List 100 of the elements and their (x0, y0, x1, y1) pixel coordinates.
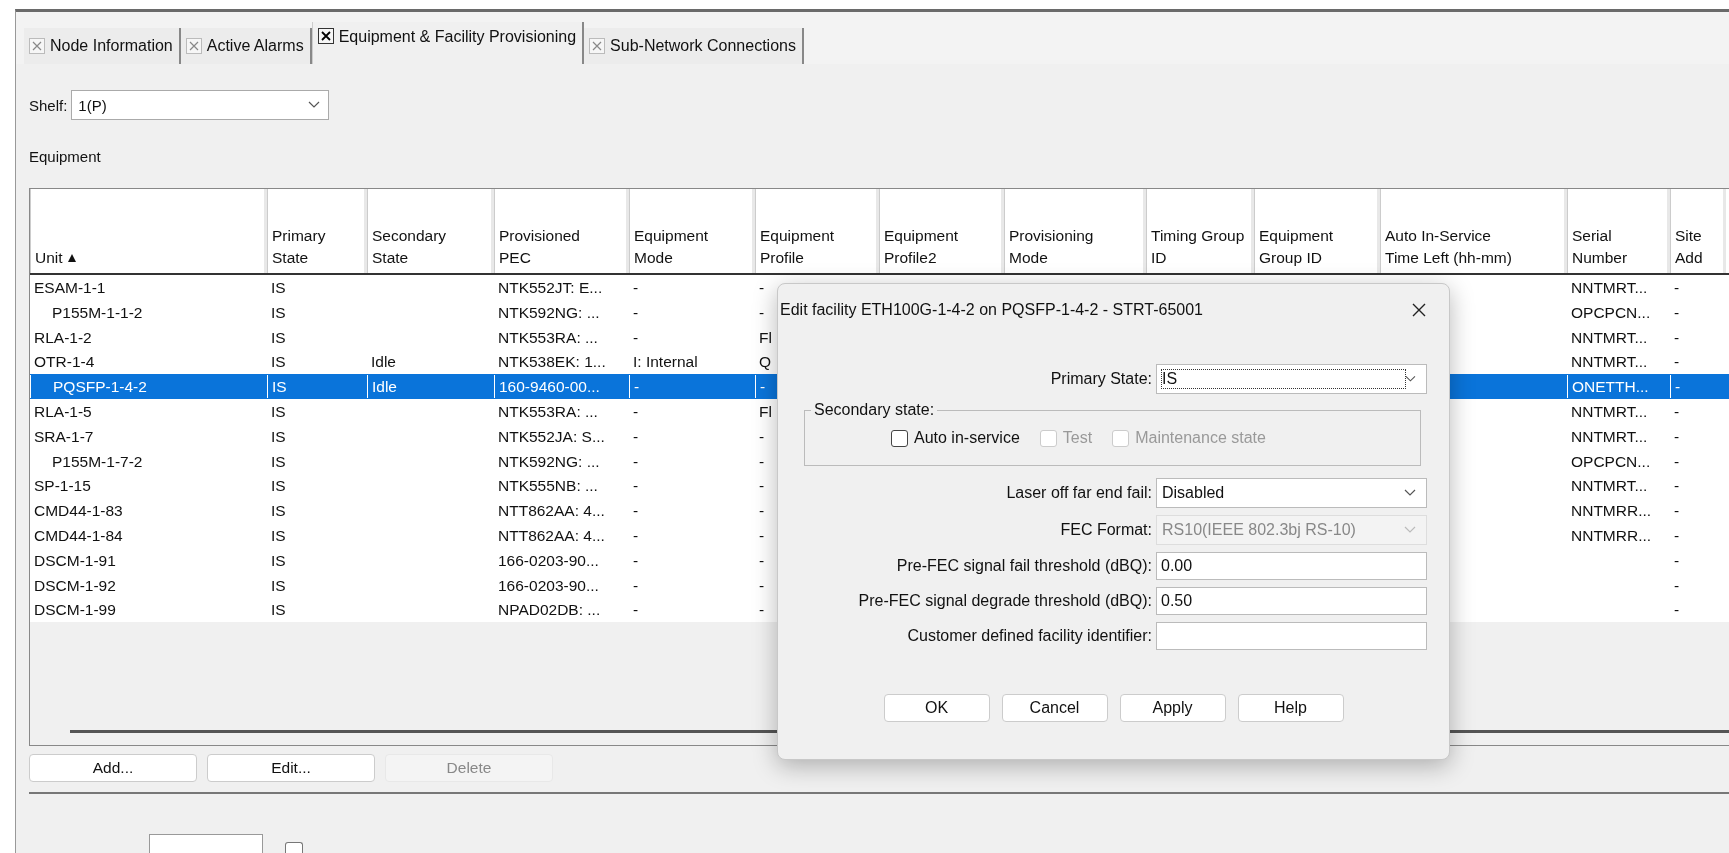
table-cell-text: NNTMRR... (1570, 525, 1652, 546)
table-cell: Idle (367, 375, 397, 399)
table-cell-text: IS (270, 575, 286, 596)
table-cell-text: NTK552JT: E... (497, 278, 603, 298)
table-cell-text: IS (270, 600, 286, 621)
table-cell-text: DSCM-1-91 (33, 550, 116, 571)
table-cell-text: CMD44-1-83 (33, 501, 123, 522)
table-cell-text: NNTMRT... (1570, 426, 1648, 447)
table-cell-text: - (1673, 575, 1680, 596)
table-cell-text: Q (758, 352, 772, 373)
table-cell-text: NTK555NB: ... (497, 476, 598, 497)
table-cell-text: P155M-1-7-2 (51, 451, 143, 472)
table-cell-text: NTK553RA: ... (497, 327, 598, 348)
table-cell: - (629, 375, 640, 399)
table-cell-text: ESAM-1-1 (33, 278, 106, 298)
table-cell-text: - (1673, 278, 1680, 298)
table-cell-text: SRA-1-7 (33, 426, 94, 447)
table-cell-text: - (632, 575, 639, 596)
field-label: Laser off far end fail: (1005, 484, 1152, 502)
table-cell-text: DSCM-1-92 (33, 575, 116, 596)
table-cell-text: IS (270, 402, 286, 422)
table-cell-text: - (632, 426, 639, 447)
dialog-title: Edit facility ETH100G-1-4-2 on PQSFP-1-4-2 - STRT-65001 (780, 301, 1203, 319)
table-cell-text: SP-1-15 (33, 476, 91, 497)
table-cell-text: NPAD02DB: ... (497, 600, 601, 621)
table-cell-text: NNTMRT... (1570, 352, 1648, 373)
table-cell-text: 166-0203-90... (497, 550, 599, 571)
table-cell-text: OPCPCN... (1570, 302, 1651, 323)
table-cell-text: - (632, 327, 639, 348)
table-cell-text: NTK592NG: ... (497, 451, 600, 472)
table-cell: 160-9460-00... (494, 375, 600, 399)
table-cell-text: Fl (758, 402, 772, 422)
table-cell-text: - (632, 600, 639, 621)
table-cell-text: - (632, 451, 639, 472)
table-cell-text: - (1673, 550, 1680, 571)
table-cell-text: - (1673, 426, 1680, 447)
field-label: Pre-FEC signal degrade threshold (dBQ): (857, 592, 1152, 610)
table-cell-text: - (758, 451, 765, 472)
table-cell-text: - (632, 402, 639, 422)
table-cell-text: - (1673, 501, 1680, 522)
table-cell-text: - (1673, 352, 1680, 373)
table-cell-text: OTR-1-4 (33, 352, 95, 373)
table-cell-text: IS (270, 278, 286, 298)
table-cell: - (1670, 375, 1681, 399)
table-cell-text: IS (270, 476, 286, 497)
table-cell-text: IS (270, 525, 286, 546)
table-cell-text: OPCPCN... (1570, 451, 1651, 472)
table-cell-text: - (758, 476, 765, 497)
table-cell-text: - (632, 550, 639, 571)
table-cell-text: - (632, 278, 639, 298)
table-cell-text: - (1673, 327, 1680, 348)
section-title: Equipment (29, 148, 102, 167)
table-cell: PQSFP-1-4-2 (30, 375, 147, 399)
table-cell: ONETTH... (1567, 375, 1649, 399)
table-cell-text: - (1673, 476, 1680, 497)
table-cell-text: IS (270, 501, 286, 522)
table-cell-text: - (632, 302, 639, 323)
table-cell-text: - (1673, 600, 1680, 621)
table-cell-text: NNTMRT... (1570, 402, 1648, 422)
table-cell-text: NNTMRR... (1570, 501, 1652, 522)
table-cell-text: - (632, 525, 639, 546)
field-label: FEC Format: (1059, 521, 1152, 539)
table-cell-text: - (1673, 402, 1680, 422)
table-cell-text: - (1673, 525, 1680, 546)
table-cell-text: P155M-1-1-2 (51, 302, 143, 323)
table-cell-text: - (632, 476, 639, 497)
table-cell-text: DSCM-1-99 (33, 600, 116, 621)
table-cell-text: - (758, 426, 765, 447)
table-cell-text: NTT862AA: 4... (497, 525, 605, 546)
table-cell: - (755, 375, 766, 399)
table-cell-text: NTK552JA: S... (497, 426, 605, 447)
table-cell-text: - (632, 501, 639, 522)
table-cell-text: - (758, 600, 765, 621)
table-cell-text: IS (270, 327, 286, 348)
table-cell-text: CMD44-1-84 (33, 525, 123, 546)
table-cell-text: Idle (370, 352, 396, 373)
table-cell-text: IS (270, 302, 286, 323)
group-title: Secondary state: (813, 401, 936, 419)
table-cell-text: Fl (758, 327, 772, 348)
table-cell-text: - (758, 302, 765, 323)
table-cell-text: IS (270, 352, 286, 373)
field-label: Primary State: (1049, 370, 1152, 388)
shelf-label: Shelf: (29, 96, 68, 114)
table-cell-text: I: Internal (632, 352, 698, 373)
table-cell-text: NNTMRT... (1570, 327, 1648, 348)
table-cell-text: - (1673, 302, 1680, 323)
table-cell-text: IS (270, 426, 286, 447)
table-cell-text: - (758, 575, 765, 596)
table-cell-text: - (758, 278, 765, 298)
table-cell-text: 166-0203-90... (497, 575, 599, 596)
table-cell-text: NTK553RA: ... (497, 402, 598, 422)
table-cell-text: RLA-1-5 (33, 402, 92, 422)
table-cell-text: NTT862AA: 4... (497, 501, 605, 522)
table-cell-text: - (758, 501, 765, 522)
table-cell-text: NNTMRT... (1570, 476, 1648, 497)
field-label: Pre-FEC signal fail threshold (dBQ): (895, 557, 1152, 575)
table-cell-text: IS (270, 451, 286, 472)
table-cell: IS (267, 375, 287, 399)
table-cell-text: IS (270, 550, 286, 571)
table-cell-text: NTK538EK: 1... (497, 352, 606, 373)
